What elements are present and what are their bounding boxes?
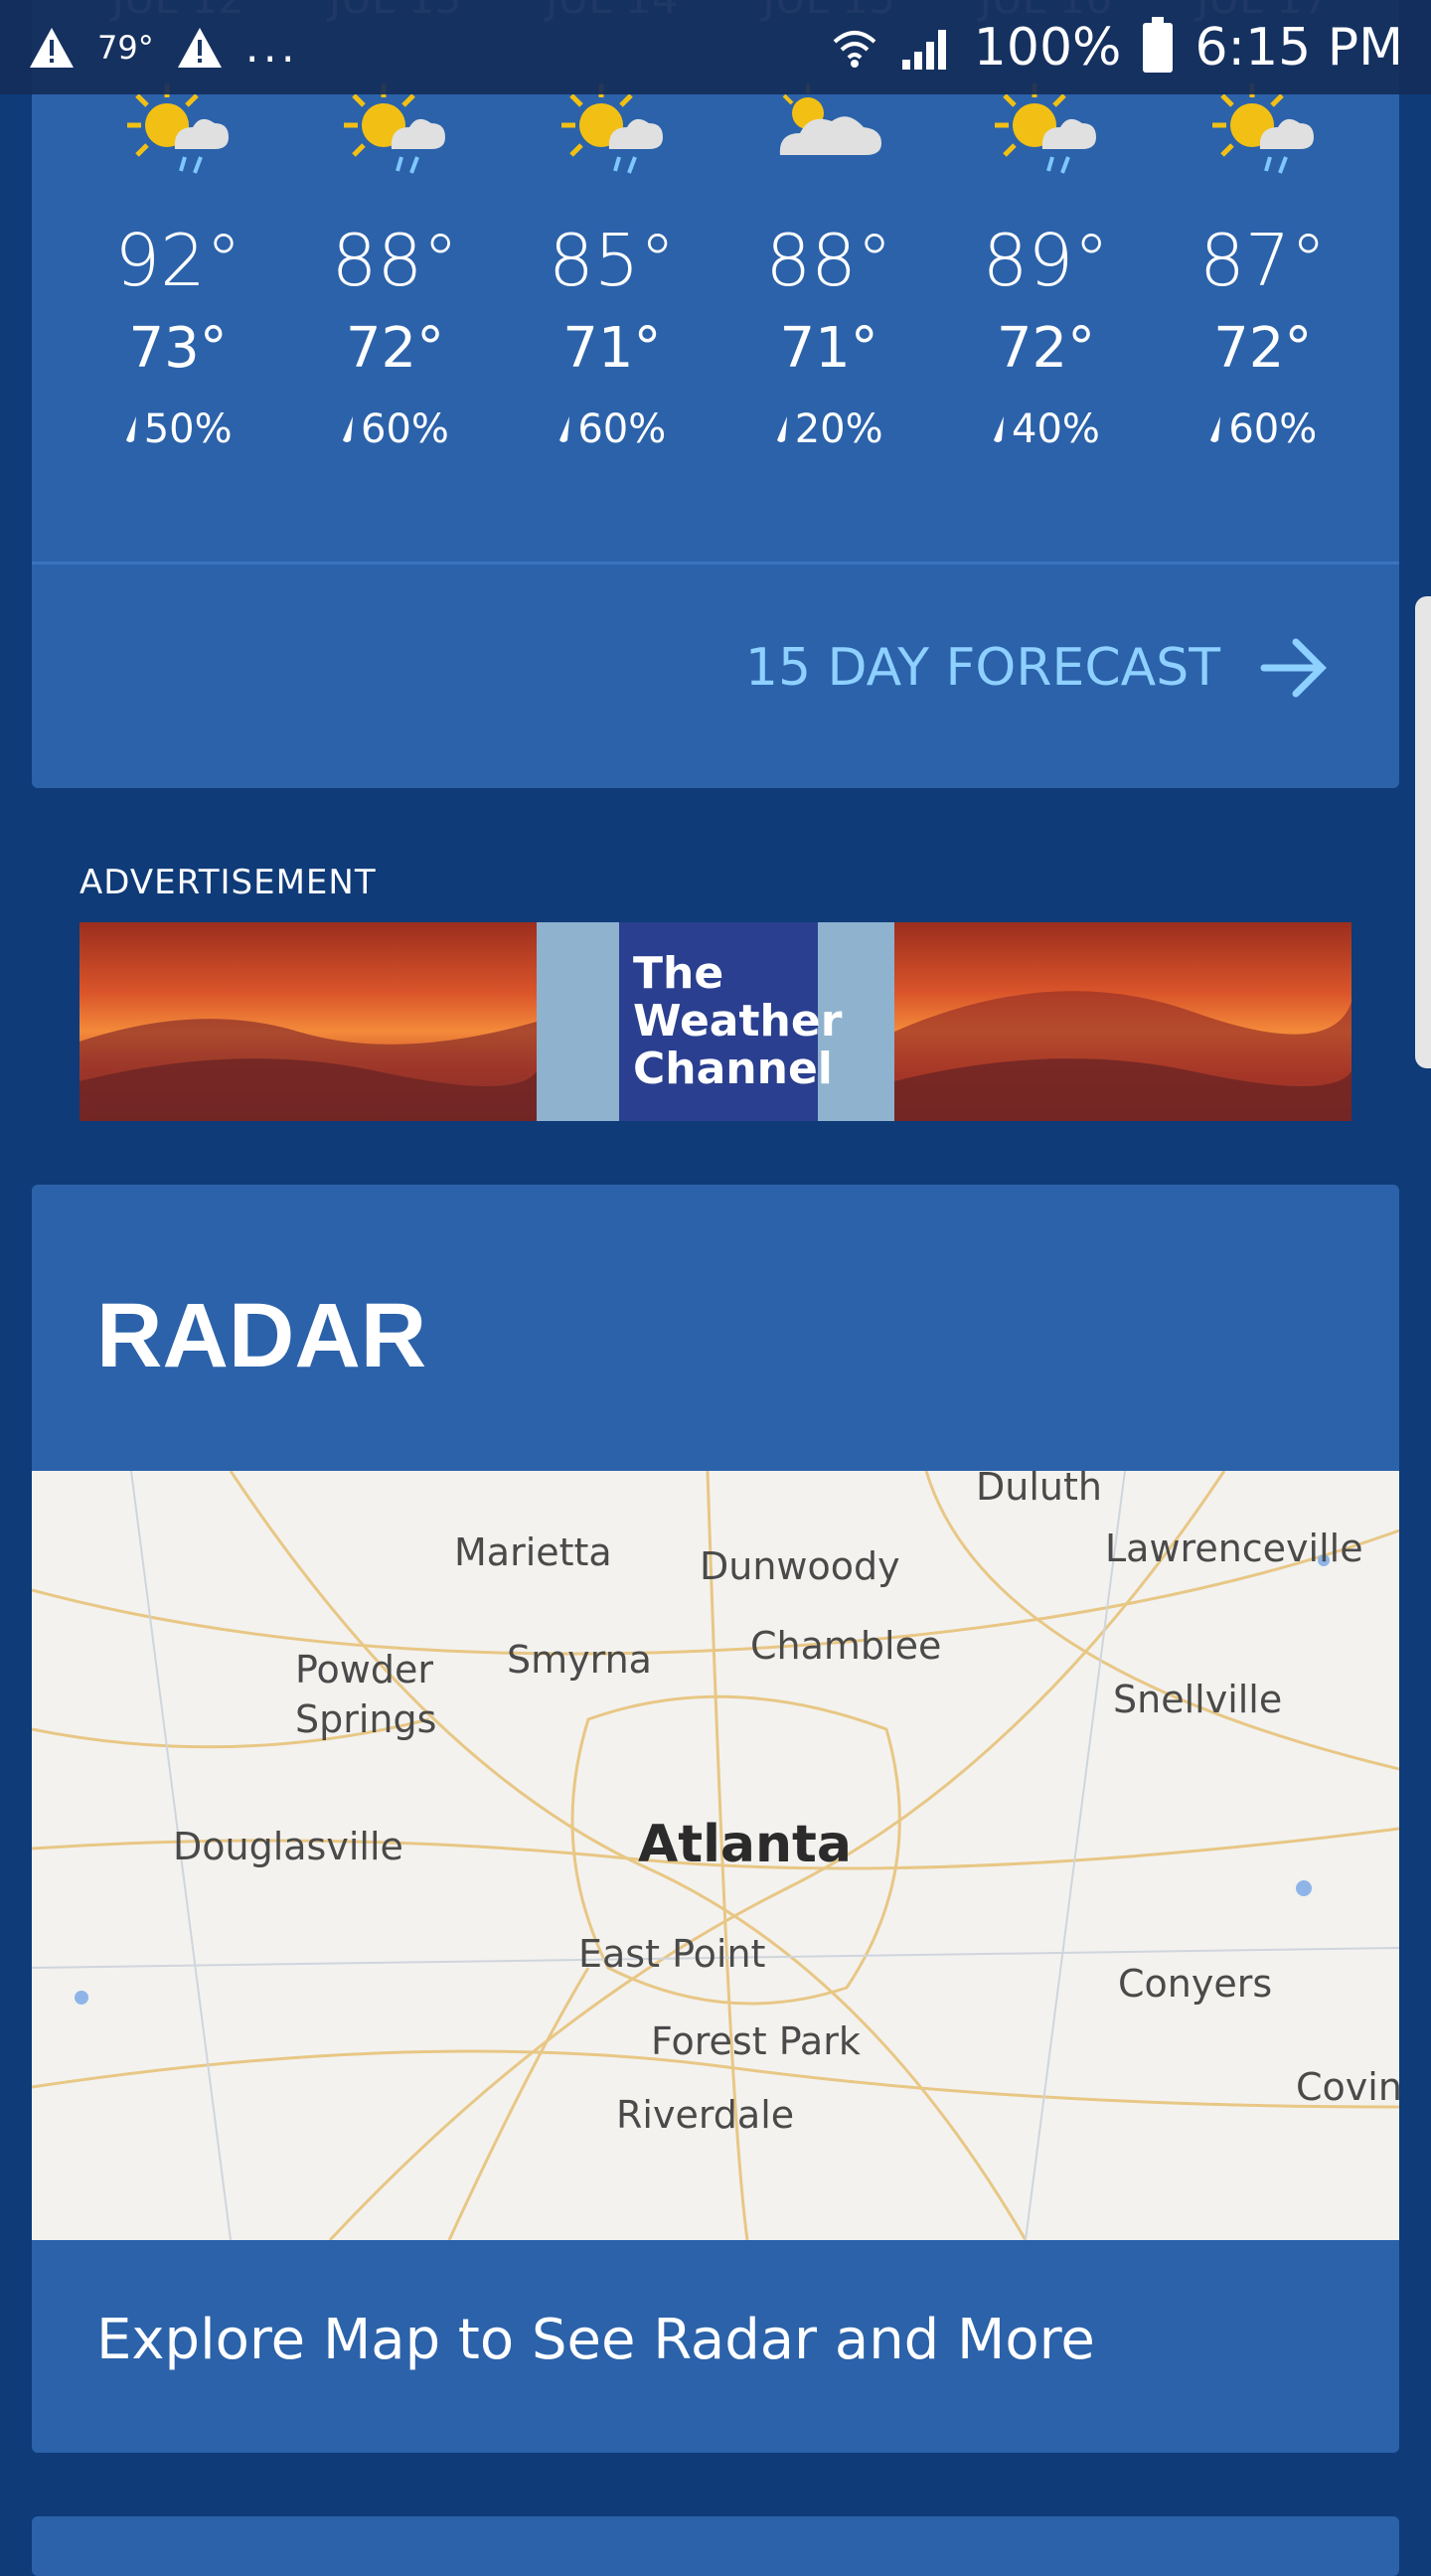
- map-city-label: Riverdale: [616, 2093, 795, 2137]
- map-city-label: Forest Park: [651, 2019, 861, 2063]
- logo-line: The: [633, 948, 724, 999]
- sun-cloud-rain-icon: [344, 83, 446, 174]
- map-city-label: Powder: [295, 1648, 434, 1691]
- map-city-label: East Point: [578, 1932, 766, 1976]
- cell-signal-icon: [901, 29, 946, 70]
- forecast-precip-value: 20%: [794, 406, 883, 452]
- battery-percentage: 100%: [973, 17, 1122, 78]
- forecast-low: 71°: [779, 316, 878, 381]
- battery-icon: [1143, 16, 1174, 73]
- map-city-label: Chamblee: [750, 1624, 942, 1668]
- map-city-label: Springs: [295, 1697, 437, 1741]
- advertisement-label: ADVERTISEMENT: [80, 863, 377, 902]
- daily-forecast-card: JUL 1292°73°50%JUL 1388°72°60%JUL 1485°7…: [32, 0, 1399, 788]
- sun-cloud-rain-icon: [1211, 83, 1314, 174]
- status-temperature: 79°: [97, 28, 154, 67]
- radar-card: RADAR Duluth Marietta Dunwoody Lawrencev…: [32, 1185, 1399, 2453]
- map-city-label-atlanta: Atlanta: [638, 1815, 852, 1874]
- raindrop-icon: [343, 416, 354, 442]
- map-city-label: Smyrna: [507, 1638, 652, 1682]
- weather-channel-logo: The Weather Channel: [619, 922, 843, 1121]
- forecast-precip-value: 60%: [1228, 406, 1318, 452]
- forecast-high: 89°: [982, 219, 1110, 302]
- sun-cloud-rain-icon: [560, 83, 663, 174]
- warning-icon: [30, 27, 74, 68]
- forecast-high: 88°: [331, 219, 459, 302]
- map-city-label: Conyers: [1118, 1962, 1273, 2006]
- divider: [32, 562, 1399, 564]
- forecast-precip: 20%: [775, 406, 883, 452]
- map-city-label: Dunwoody: [700, 1544, 900, 1588]
- forecast-precip: 60%: [341, 406, 449, 452]
- explore-map-link[interactable]: Explore Map to See Radar and More: [96, 2308, 1095, 2372]
- forecast-precip: 50%: [124, 406, 233, 452]
- forecast-high: 92°: [114, 219, 241, 302]
- map-city-label: Covin: [1296, 2065, 1399, 2109]
- forecast-precip-value: 50%: [143, 406, 233, 452]
- forecast-high: 87°: [1198, 219, 1327, 302]
- map-city-label: Douglasville: [173, 1825, 403, 1868]
- status-time: 6:15 PM: [1194, 17, 1403, 78]
- radar-title: RADAR: [96, 1285, 427, 1386]
- forecast-precip-value: 40%: [1012, 406, 1100, 452]
- forecast-precip-value: 60%: [577, 406, 667, 452]
- radar-map[interactable]: Duluth Marietta Dunwoody Lawrenceville P…: [32, 1471, 1399, 2240]
- wifi-icon: [833, 30, 876, 68]
- more-notifications-icon: ...: [244, 22, 299, 73]
- forecast-low: 73°: [128, 316, 228, 381]
- forecast-low: 71°: [562, 316, 662, 381]
- logo-line: Weather: [633, 996, 843, 1046]
- map-city-label: Marietta: [454, 1530, 612, 1574]
- raindrop-icon: [1210, 416, 1221, 442]
- forecast-low: 72°: [996, 316, 1096, 381]
- status-bar: 79° ... 100% 6:15 PM: [0, 0, 1431, 94]
- sun-cloud-rain-icon: [127, 83, 230, 174]
- forecast-precip: 60%: [557, 406, 666, 452]
- scroll-handle[interactable]: [1415, 596, 1431, 1068]
- sun-cloud-rain-icon: [995, 83, 1097, 174]
- map-city-label: Duluth: [976, 1471, 1102, 1509]
- forecast-low: 72°: [345, 316, 445, 381]
- raindrop-icon: [559, 416, 570, 442]
- map-city-label: Snellville: [1113, 1678, 1283, 1721]
- forecast-precip: 60%: [1208, 406, 1317, 452]
- forecast-high: 85°: [549, 219, 676, 302]
- warning-icon: [177, 27, 222, 68]
- raindrop-icon: [125, 416, 136, 442]
- arrow-right-icon: [1260, 638, 1327, 698]
- forecast-precip-value: 60%: [361, 406, 449, 452]
- logo-line: Channel: [633, 1044, 833, 1094]
- forecast-precip: 40%: [992, 406, 1100, 452]
- next-card: [32, 2516, 1399, 2576]
- raindrop-icon: [994, 416, 1005, 442]
- map-city-label: Lawrenceville: [1105, 1527, 1363, 1570]
- forecast-low: 72°: [1213, 316, 1313, 381]
- weather-channel-ad-banner[interactable]: The Weather Channel: [80, 922, 1352, 1121]
- partly-cloudy-icon: [779, 83, 882, 155]
- forecast-high: 88°: [765, 219, 892, 302]
- fifteen-day-forecast-button[interactable]: 15 DAY FORECAST: [745, 636, 1330, 700]
- fifteen-day-forecast-label: 15 DAY FORECAST: [744, 638, 1220, 698]
- raindrop-icon: [776, 416, 787, 442]
- ad-decoration: [537, 922, 619, 1121]
